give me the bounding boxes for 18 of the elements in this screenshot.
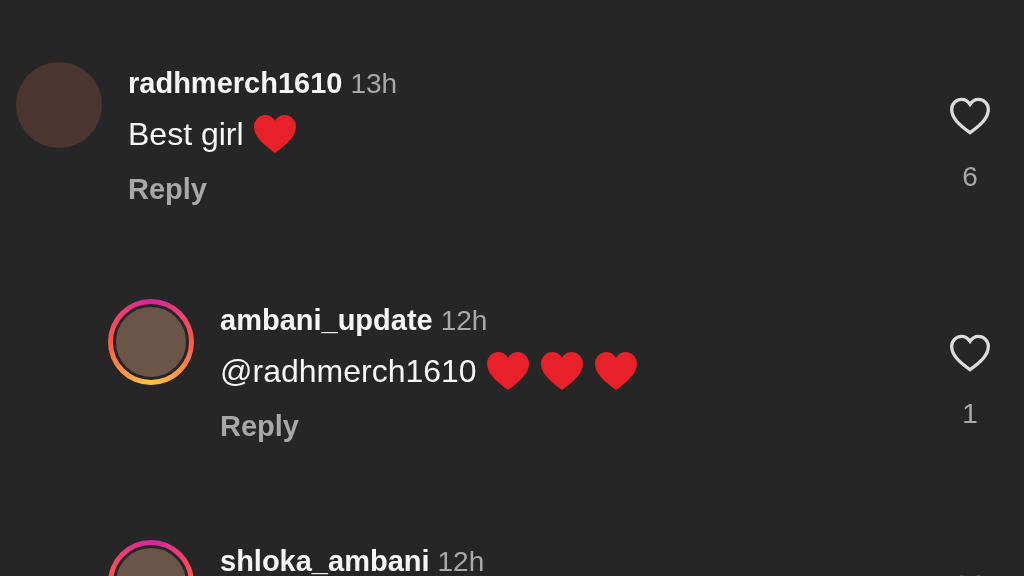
comment-text: @radhmerch1610 (220, 351, 477, 391)
reply-button[interactable]: Reply (128, 167, 207, 211)
like-count: 6 (962, 160, 978, 194)
reply-button[interactable]: Reply (220, 404, 299, 448)
heart-emoji-icon (251, 112, 298, 155)
timestamp: 13h (350, 68, 398, 99)
username[interactable]: radhmerch1610 (128, 67, 343, 99)
username[interactable]: shloka_ambani (220, 545, 430, 576)
like-heart-icon[interactable] (948, 333, 992, 373)
heart-emoji-icon (592, 349, 639, 392)
heart-emoji-icon (484, 349, 531, 392)
like-count: 1 (962, 397, 978, 431)
heart-emoji-icon (538, 349, 585, 392)
username[interactable]: ambani_update (220, 304, 433, 336)
timestamp: 12h (440, 305, 488, 336)
comment-text: Best girl (128, 114, 244, 154)
like-heart-icon[interactable] (948, 96, 992, 136)
timestamp: 12h (437, 546, 485, 576)
